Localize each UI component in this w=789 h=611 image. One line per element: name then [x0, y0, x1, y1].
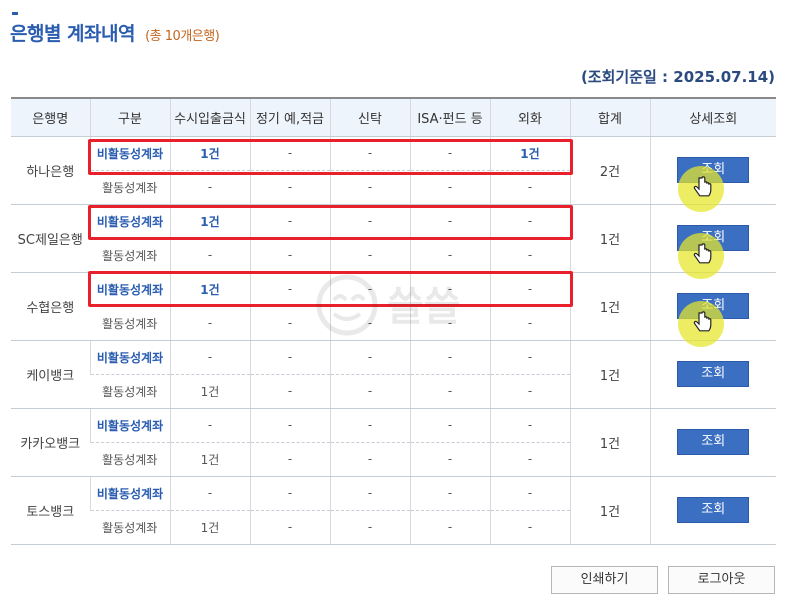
header-trust: 신탁 [329, 98, 410, 137]
account-count-cell: - [489, 238, 570, 273]
account-count-cell: - [329, 238, 410, 273]
account-count-cell: - [329, 408, 410, 443]
bank-name: SC제일은행 [11, 204, 90, 273]
table-row: 케이뱅크 비활동성계좌 - - - - -1건 조회 [11, 340, 776, 409]
account-count-cell: - [249, 476, 330, 511]
print-button[interactable]: 인쇄하기 [551, 566, 658, 594]
header-type: 구분 [89, 98, 170, 137]
account-count-cell: - [329, 510, 410, 545]
watermark-logo: 쓸쓸 [316, 274, 461, 336]
dormant-account-label: 비활동성계좌 [89, 340, 170, 375]
account-count-cell: - [169, 408, 250, 443]
account-count-cell: - [329, 170, 410, 205]
table-header-row: 은행명 구분 수시입출금식 정기 예,적금 신탁 ISA·펀드 등 외화 합계 … [11, 98, 776, 137]
account-count-cell: - [409, 476, 490, 511]
header-bank: 은행명 [11, 98, 90, 137]
logout-button[interactable]: 로그아웃 [668, 566, 775, 594]
bank-total: 1건 [569, 408, 650, 477]
highlight-box-sc [88, 205, 573, 240]
account-count-cell: - [169, 170, 250, 205]
active-account-label: 활동성계좌 [90, 170, 170, 205]
header-isa-fund: ISA·펀드 등 [409, 98, 490, 137]
bank-name: 케이뱅크 [11, 340, 90, 409]
account-count-cell: - [489, 442, 570, 477]
account-count-cell: - [409, 238, 490, 273]
table-row: 토스뱅크 비활동성계좌 - - - - -1건 조회 [11, 476, 776, 545]
bank-total: 1건 [569, 272, 650, 341]
account-count-cell: - [409, 408, 490, 443]
bank-total: 1건 [569, 340, 650, 409]
highlight-box-hana [88, 139, 573, 175]
account-count-cell: - [249, 238, 330, 273]
account-count-cell: - [489, 170, 570, 205]
account-count-cell: - [409, 170, 490, 205]
account-count-cell: - [249, 408, 330, 443]
account-count-cell: - [329, 476, 410, 511]
bank-name: 카카오뱅크 [11, 408, 90, 477]
dormant-account-label: 비활동성계좌 [89, 476, 170, 511]
account-count-cell: - [489, 476, 570, 511]
bank-total: 2건 [569, 136, 650, 205]
account-count-cell: 1건 [169, 442, 250, 477]
bank-total: 1건 [569, 476, 650, 545]
page-title-text: 은행별 계좌내역 [10, 23, 135, 45]
hand-pointer-icon [693, 311, 712, 332]
hand-pointer-icon [693, 243, 712, 264]
active-account-label: 활동성계좌 [90, 238, 170, 273]
title-accent-bar [12, 12, 18, 15]
view-detail-button[interactable]: 조회 [677, 361, 750, 387]
account-count-cell: - [169, 340, 250, 375]
account-count-cell: - [489, 510, 570, 545]
view-detail-button[interactable]: 조회 [677, 429, 750, 455]
bank-name: 수협은행 [11, 272, 90, 341]
detail-cell: 조회 [649, 340, 776, 409]
account-count-cell: - [489, 408, 570, 443]
svg-text:쓸쓸: 쓸쓸 [387, 284, 461, 330]
account-count-cell: - [489, 340, 570, 375]
active-account-label: 활동성계좌 [90, 510, 170, 545]
header-foreign-currency: 외화 [489, 98, 570, 137]
account-count-cell: - [169, 238, 250, 273]
header-time-deposit: 정기 예,적금 [249, 98, 330, 137]
detail-cell: 조회 [649, 408, 776, 477]
account-count-cell: - [329, 374, 410, 409]
dormant-account-label: 비활동성계좌 [89, 408, 170, 443]
bank-count-subtitle: (총 10개은행) [145, 29, 220, 44]
header-detail: 상세조회 [649, 98, 776, 137]
page-title: 은행별 계좌내역 (총 10개은행) [10, 19, 220, 46]
account-count-cell: - [249, 340, 330, 375]
account-count-cell: - [329, 442, 410, 477]
view-detail-button[interactable]: 조회 [677, 497, 750, 523]
account-count-cell: - [489, 374, 570, 409]
account-count-cell: - [409, 442, 490, 477]
account-count-cell: - [249, 170, 330, 205]
table-row: 카카오뱅크 비활동성계좌 - - - - -1건 조회 [11, 408, 776, 477]
account-count-cell: - [169, 476, 250, 511]
detail-cell: 조회 [649, 476, 776, 545]
bank-name: 토스뱅크 [11, 476, 90, 545]
account-count-cell: - [169, 306, 250, 341]
account-count-cell: - [249, 374, 330, 409]
account-count-cell: - [409, 510, 490, 545]
account-count-cell: - [249, 442, 330, 477]
reference-date: (조회기준일 : 2025.07.14) [580, 68, 775, 86]
account-count-cell: - [409, 374, 490, 409]
account-count-cell: - [489, 306, 570, 341]
account-count-cell: 1건 [169, 374, 250, 409]
header-total: 합계 [569, 98, 650, 137]
account-count-cell: - [329, 340, 410, 375]
active-account-label: 활동성계좌 [90, 306, 170, 341]
account-count-cell: - [249, 510, 330, 545]
account-count-cell: 1건 [169, 510, 250, 545]
bank-name: 하나은행 [11, 136, 90, 205]
active-account-label: 활동성계좌 [90, 442, 170, 477]
bank-total: 1건 [569, 204, 650, 273]
header-demand-deposit: 수시입출금식 [169, 98, 250, 137]
active-account-label: 활동성계좌 [90, 374, 170, 409]
account-count-cell: - [409, 340, 490, 375]
hand-pointer-icon [693, 176, 712, 197]
